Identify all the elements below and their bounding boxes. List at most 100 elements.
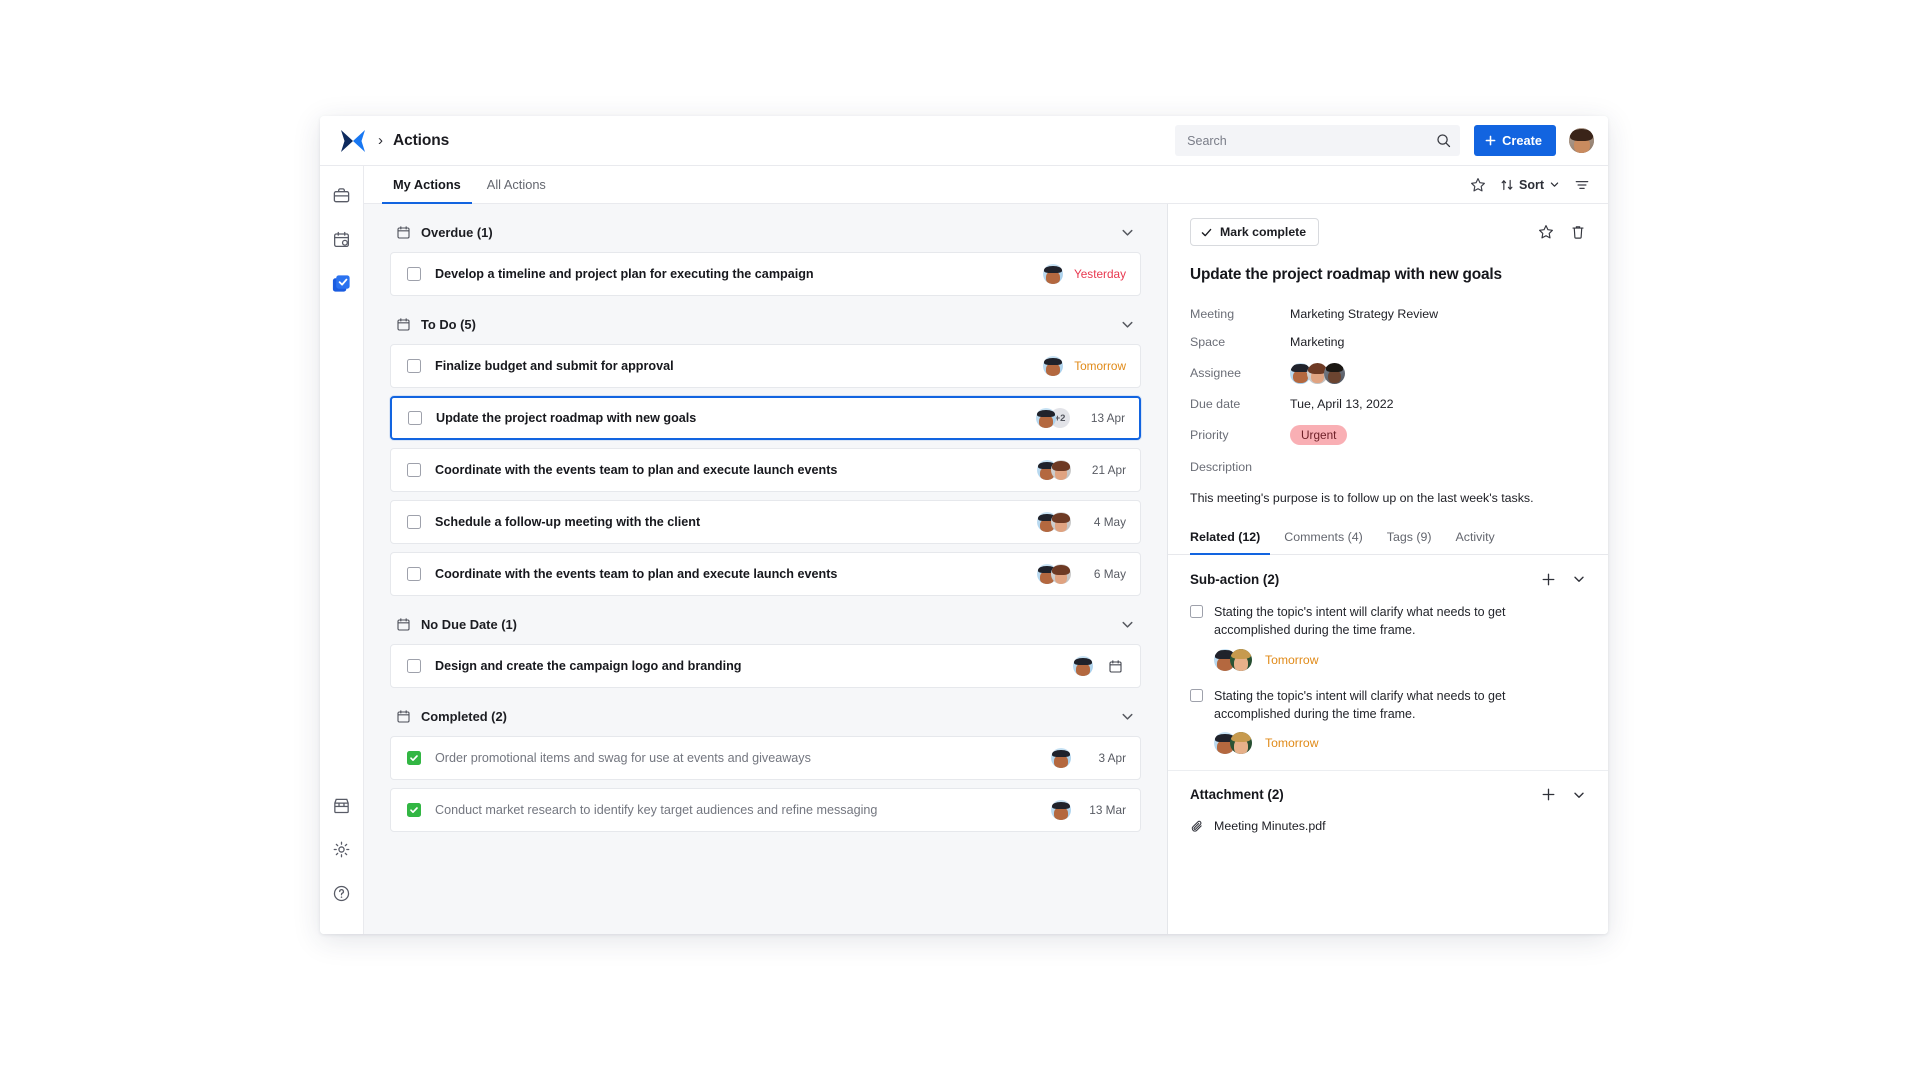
sidebar-item-settings[interactable] (327, 834, 357, 864)
task-due-date[interactable]: 3 Apr (1082, 751, 1126, 765)
collapse-attachment-button[interactable] (1572, 788, 1586, 802)
sidebar-item-help[interactable] (327, 878, 357, 908)
sidebar-item-briefcase[interactable] (327, 180, 357, 210)
task-row[interactable]: Develop a timeline and project plan for … (390, 252, 1141, 296)
task-row[interactable]: Order promotional items and swag for use… (390, 736, 1141, 780)
tab-activity[interactable]: Activity (1456, 530, 1505, 555)
task-checkbox[interactable] (407, 803, 421, 817)
avatar[interactable] (1051, 512, 1071, 532)
task-group-header[interactable]: No Due Date (1) (390, 604, 1141, 644)
mark-complete-button[interactable]: Mark complete (1190, 218, 1319, 246)
task-group-header[interactable]: To Do (5) (390, 304, 1141, 344)
subaction-checkbox[interactable] (1190, 605, 1203, 618)
sidebar-item-calendar[interactable] (327, 224, 357, 254)
favorite-button[interactable] (1464, 166, 1492, 203)
due-date-value[interactable]: Tue, April 13, 2022 (1290, 397, 1394, 411)
task-avatars[interactable]: +2 (1036, 408, 1070, 428)
space-value[interactable]: Marketing (1290, 335, 1344, 349)
task-row[interactable]: Schedule a follow-up meeting with the cl… (390, 500, 1141, 544)
sidebar-item-actions[interactable] (327, 268, 357, 298)
collapse-group-button[interactable] (1120, 709, 1135, 724)
task-list[interactable]: Overdue (1)Develop a timeline and projec… (364, 204, 1168, 934)
status-badge[interactable]: Urgent (1290, 425, 1347, 445)
task-row[interactable]: Coordinate with the events team to plan … (390, 448, 1141, 492)
collapse-group-button[interactable] (1120, 317, 1135, 332)
subaction-checkbox[interactable] (1190, 689, 1203, 702)
task-avatars[interactable] (1037, 460, 1071, 480)
meeting-value[interactable]: Marketing Strategy Review (1290, 307, 1438, 321)
sidebar-item-store[interactable] (327, 790, 357, 820)
avatar[interactable] (1043, 264, 1063, 284)
add-attachment-button[interactable] (1541, 787, 1556, 802)
task-avatars[interactable] (1051, 748, 1071, 768)
detail-delete-button[interactable] (1570, 224, 1586, 240)
task-checkbox[interactable] (407, 267, 421, 281)
attachment-item[interactable]: Meeting Minutes.pdf (1190, 819, 1586, 848)
task-checkbox[interactable] (407, 567, 421, 581)
search-box[interactable] (1175, 125, 1460, 156)
task-due-date[interactable]: 13 Mar (1082, 803, 1126, 817)
collapse-group-button[interactable] (1120, 225, 1135, 240)
task-avatars[interactable] (1037, 512, 1071, 532)
subaction-avatars[interactable] (1214, 732, 1252, 754)
set-due-date-button[interactable] (1104, 655, 1126, 677)
tab-my-actions[interactable]: My Actions (382, 167, 472, 204)
avatar[interactable] (1051, 460, 1071, 480)
task-avatars[interactable] (1073, 656, 1093, 676)
tab-related[interactable]: Related (12) (1190, 530, 1270, 555)
avatar[interactable] (1051, 748, 1071, 768)
detail-scroll-area[interactable]: Sub-action (2) (1168, 555, 1608, 934)
task-row[interactable]: Finalize budget and submit for approvalT… (390, 344, 1141, 388)
create-button[interactable]: Create (1474, 125, 1556, 156)
detail-favorite-button[interactable] (1538, 224, 1554, 240)
filter-button[interactable] (1568, 166, 1596, 203)
avatar[interactable] (1051, 564, 1071, 584)
sort-button[interactable]: Sort (1492, 166, 1568, 203)
task-group-header[interactable]: Completed (2) (390, 696, 1141, 736)
avatar[interactable] (1036, 408, 1056, 428)
tab-comments[interactable]: Comments (4) (1284, 530, 1373, 555)
task-checkbox[interactable] (407, 359, 421, 373)
task-due-date[interactable]: 6 May (1082, 567, 1126, 581)
task-row[interactable]: Conduct market research to identify key … (390, 788, 1141, 832)
avatar[interactable] (1043, 356, 1063, 376)
avatar[interactable] (1324, 363, 1345, 384)
task-avatars[interactable] (1051, 800, 1071, 820)
collapse-subaction-button[interactable] (1572, 572, 1586, 586)
task-due-date[interactable]: 21 Apr (1082, 463, 1126, 477)
search-icon[interactable] (1436, 133, 1451, 148)
avatar[interactable] (1073, 656, 1093, 676)
tab-tags[interactable]: Tags (9) (1387, 530, 1442, 555)
search-input[interactable] (1187, 134, 1430, 148)
subaction-due-date[interactable]: Tomorrow (1265, 736, 1319, 750)
description-text[interactable]: This meeting's purpose is to follow up o… (1190, 490, 1586, 507)
subaction-avatars[interactable] (1214, 649, 1252, 671)
task-row[interactable]: Design and create the campaign logo and … (390, 644, 1141, 688)
subaction-due-date[interactable]: Tomorrow (1265, 653, 1319, 667)
task-checkbox[interactable] (407, 659, 421, 673)
bowtie-logo-icon[interactable] (340, 130, 366, 152)
task-checkbox[interactable] (408, 411, 422, 425)
subaction-item[interactable]: Stating the topic's intent will clarify … (1190, 603, 1586, 686)
task-row[interactable]: Coordinate with the events team to plan … (390, 552, 1141, 596)
task-due-date[interactable]: 4 May (1082, 515, 1126, 529)
task-row[interactable]: Update the project roadmap with new goal… (390, 396, 1141, 440)
task-due-date[interactable]: Tomorrow (1074, 359, 1126, 373)
collapse-group-button[interactable] (1120, 617, 1135, 632)
avatar[interactable] (1051, 800, 1071, 820)
task-checkbox[interactable] (407, 515, 421, 529)
task-avatars[interactable] (1043, 264, 1063, 284)
task-checkbox[interactable] (407, 751, 421, 765)
task-checkbox[interactable] (407, 463, 421, 477)
task-avatars[interactable] (1043, 356, 1063, 376)
task-group-header[interactable]: Overdue (1) (390, 212, 1141, 252)
avatar[interactable] (1569, 128, 1594, 153)
tab-all-actions[interactable]: All Actions (476, 167, 557, 204)
task-avatars[interactable] (1037, 564, 1071, 584)
task-due-date[interactable]: 13 Apr (1081, 411, 1125, 425)
avatar[interactable] (1230, 649, 1252, 671)
task-due-date[interactable]: Yesterday (1074, 267, 1126, 281)
add-subaction-button[interactable] (1541, 572, 1556, 587)
subaction-item[interactable]: Stating the topic's intent will clarify … (1190, 687, 1586, 770)
avatar[interactable] (1230, 732, 1252, 754)
